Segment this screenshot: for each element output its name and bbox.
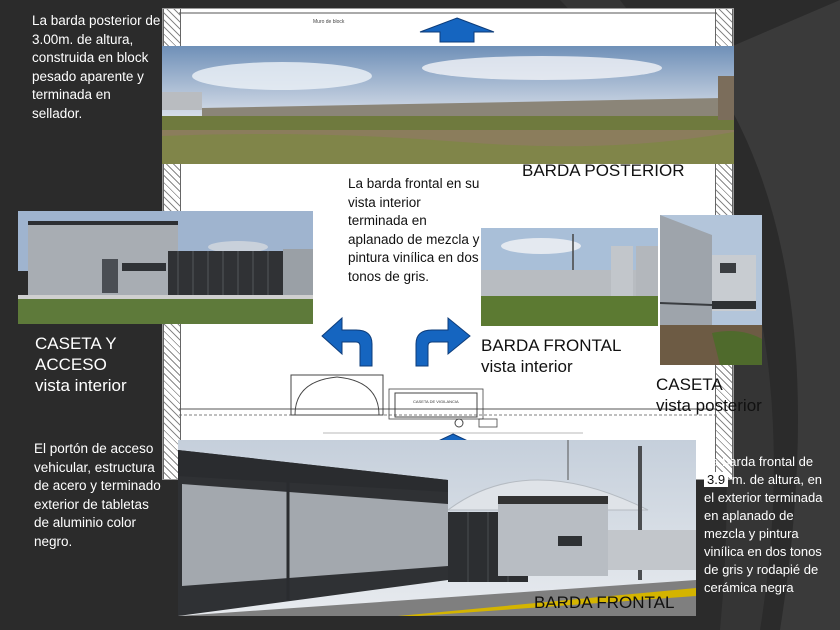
caption-caseta-acceso: CASETA Y ACCESO vista interior <box>35 333 127 396</box>
caption-barda-frontal-ext-pre: La barda frontal de <box>704 454 814 469</box>
curved-arrow-right-icon <box>415 316 471 367</box>
curved-arrow-left-icon <box>321 316 373 367</box>
caption-barda-frontal-ext-height: 3.9 <box>704 472 729 487</box>
photo-barda-frontal-exterior <box>178 440 696 616</box>
caption-caseta-posterior: CASETA vista posterior <box>656 374 762 416</box>
photo-barda-frontal-interior <box>481 228 658 326</box>
caption-barda-posterior-desc: La barda posterior de 3.00m. de altura, … <box>32 13 161 121</box>
caption-barda-frontal-ext-post: m. de altura, en el exterior terminada e… <box>704 472 823 595</box>
photo-caseta-posterior <box>660 215 762 365</box>
photo-caseta-acceso <box>18 211 313 324</box>
caption-barda-frontal-interior: BARDA FRONTAL vista interior <box>481 335 621 377</box>
caption-barda-frontal-interior-desc: La barda frontal en su vista interior te… <box>348 176 480 284</box>
caption-barda-frontal-ext-desc: La barda frontal de 3.9 m. de altura, en… <box>704 453 832 597</box>
caption-caseta-posterior-line1: CASETA <box>656 375 723 394</box>
arrow-up-icon <box>419 17 495 43</box>
plan-booth-label: CASETA DE VIGILANCIA <box>413 399 459 404</box>
caption-barda-frontal-title: BARDA FRONTAL <box>534 593 675 612</box>
caption-caseta-posterior-line2: vista posterior <box>656 396 762 415</box>
caption-barda-frontal-interior-line1: BARDA FRONTAL <box>481 336 622 355</box>
photo-barda-posterior <box>162 46 734 164</box>
caption-caseta-acceso-line3: vista interior <box>35 376 127 395</box>
caption-barda-frontal-interior-line2: vista interior <box>481 357 573 376</box>
caption-caseta-acceso-line1: CASETA Y <box>35 334 117 353</box>
caption-porton-desc: El portón de acceso vehicular, estructur… <box>34 441 161 549</box>
caption-caseta-acceso-line2: ACCESO <box>35 355 107 374</box>
caption-barda-posterior-title: BARDA POSTERIOR <box>522 161 685 180</box>
